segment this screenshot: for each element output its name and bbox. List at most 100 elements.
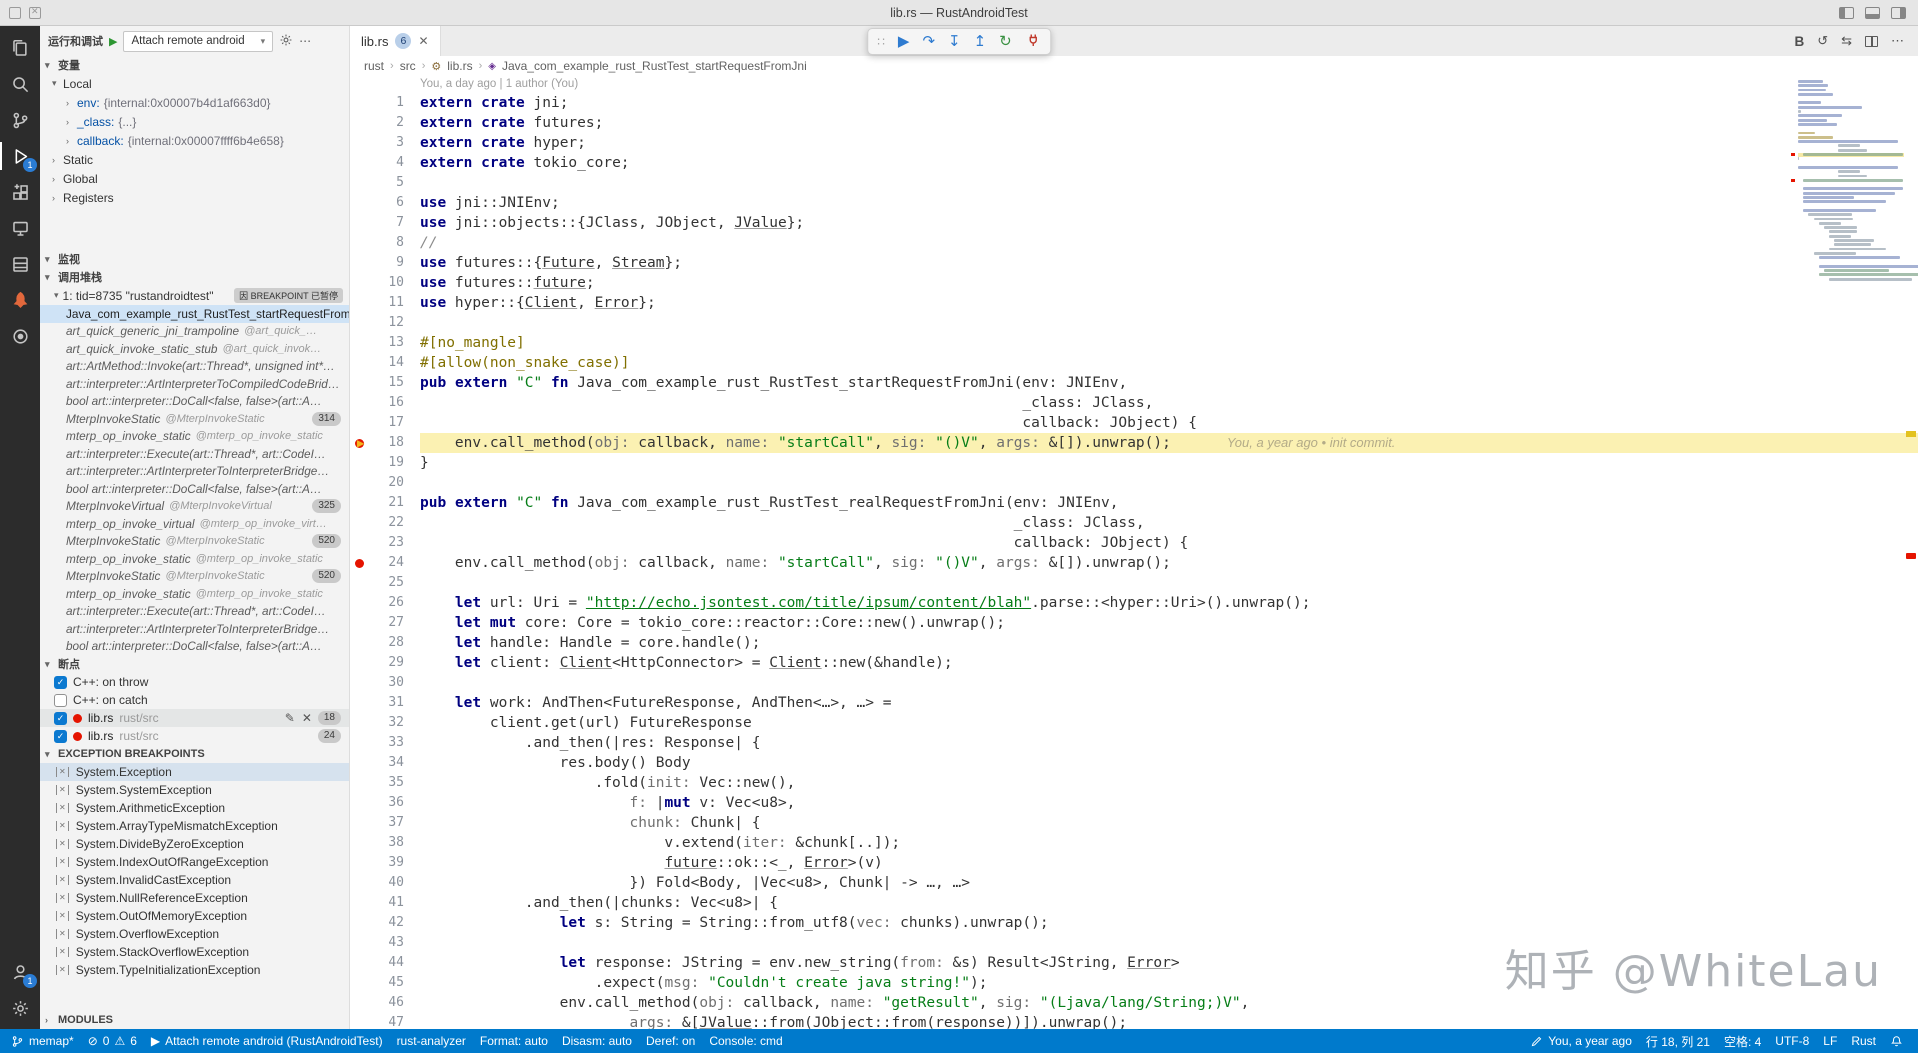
code-text[interactable]: pub extern "C" fn Java_com_example_rust_… [420, 493, 1918, 513]
line-number[interactable]: 33 [370, 733, 404, 753]
breakpoint-icon[interactable] [350, 553, 370, 573]
line-number[interactable]: 3 [370, 133, 404, 153]
line-number[interactable]: 7 [370, 213, 404, 233]
code-text[interactable]: let response: JString = env.new_string(f… [420, 953, 1918, 973]
breakpoint-gutter[interactable] [350, 393, 370, 413]
stack-frame[interactable]: Java_com_example_rust_RustTest_startRequ… [40, 305, 349, 323]
breakpoint-gutter[interactable] [350, 573, 370, 593]
breakpoint-gutter[interactable] [350, 133, 370, 153]
breadcrumb-item[interactable]: Java_com_example_rust_RustTest_startRequ… [502, 59, 807, 73]
line-number[interactable]: 25 [370, 573, 404, 593]
stack-frame[interactable]: art::interpreter::ArtInterpreterToCompil… [40, 375, 349, 393]
code-text[interactable]: use jni::JNIEnv; [420, 193, 1918, 213]
blame-item[interactable]: You, a year ago [1523, 1029, 1639, 1053]
code-text[interactable]: let client: Client<HttpConnector> = Clie… [420, 653, 1918, 673]
test-target-icon[interactable] [0, 318, 40, 354]
code-text[interactable]: // [420, 233, 1918, 253]
tab-lib-rs[interactable]: lib.rs 6 ✕ [350, 26, 441, 56]
exception-breakpoint-row[interactable]: ✕ System.SystemException [40, 781, 349, 799]
breakpoints-section-header[interactable]: ▾ 断点 [40, 655, 349, 673]
window-close-icon[interactable] [29, 6, 41, 19]
exception-breakpoint-row[interactable]: ✕ System.NullReferenceException [40, 889, 349, 907]
line-number[interactable]: 28 [370, 633, 404, 653]
line-number[interactable]: 19 [370, 453, 404, 473]
line-number[interactable]: 9 [370, 253, 404, 273]
breakpoint-gutter[interactable] [350, 773, 370, 793]
code-text[interactable]: }) Fold<Body, |Vec<u8>, Chunk| -> …, …> [420, 873, 1918, 893]
code-text[interactable]: let s: String = String::from_utf8(vec: c… [420, 913, 1918, 933]
extensions-icon[interactable] [0, 174, 40, 210]
code-text[interactable]: .and_then(|chunks: Vec<u8>| { [420, 893, 1918, 913]
breakpoint-gutter[interactable] [350, 833, 370, 853]
code-text[interactable]: .expect(msg: "Couldn't create java strin… [420, 973, 1918, 993]
line-number[interactable]: 1 [370, 93, 404, 113]
exception-breakpoint-row[interactable]: ✕ System.OutOfMemoryException [40, 907, 349, 925]
stack-frame[interactable]: bool art::interpreter::DoCall<false, fal… [40, 393, 349, 411]
breadcrumb-item[interactable]: rust [364, 59, 384, 73]
breakpoint-gutter[interactable] [350, 153, 370, 173]
exception-breakpoint-row[interactable]: ✕ System.DivideByZeroException [40, 835, 349, 853]
toggle-panel-icon[interactable] [1865, 6, 1880, 19]
stack-frame[interactable]: art::interpreter::Execute(art::Thread*, … [40, 603, 349, 621]
start-debug-icon[interactable]: ▶ [109, 35, 117, 48]
lldb-deref-item[interactable]: Deref: on [639, 1029, 702, 1053]
step-into-icon[interactable]: ↧ [948, 34, 961, 49]
launch-config-dropdown[interactable]: Attach remote android ▾ [123, 30, 274, 52]
step-over-icon[interactable]: ↷ [922, 34, 935, 49]
stack-frame[interactable]: mterp_op_invoke_static @mterp_op_invoke_s… [40, 550, 349, 568]
line-number[interactable]: 34 [370, 753, 404, 773]
language-mode-item[interactable]: Rust [1844, 1029, 1883, 1053]
file-history-icon[interactable]: ↺ [1817, 33, 1828, 49]
code-text[interactable]: .and_then(|res: Response| { [420, 733, 1918, 753]
lldb-console-item[interactable]: Console: cmd [702, 1029, 789, 1053]
line-number[interactable]: 32 [370, 713, 404, 733]
stack-frame[interactable]: MterpInvokeStatic @MterpInvokeStatic 314 [40, 410, 349, 428]
code-text[interactable]: future::ok::<_, Error>(v) [420, 853, 1918, 873]
code-text[interactable]: let mut core: Core = tokio_core::reactor… [420, 613, 1918, 633]
restart-icon[interactable]: ↻ [999, 34, 1012, 49]
edit-breakpoint-icon[interactable]: ✎ [285, 711, 295, 725]
split-editor-icon[interactable] [1865, 35, 1878, 47]
indentation-item[interactable]: 空格: 4 [1717, 1029, 1768, 1053]
lldb-format-item[interactable]: Format: auto [473, 1029, 555, 1053]
stack-frame[interactable]: bool art::interpreter::DoCall<false, fal… [40, 480, 349, 498]
code-text[interactable]: res.body() Body [420, 753, 1918, 773]
search-icon[interactable] [0, 66, 40, 102]
line-number[interactable]: 26 [370, 593, 404, 613]
code-text[interactable]: } [420, 453, 1918, 473]
code-text[interactable]: let url: Uri = "http://echo.jsontest.com… [420, 593, 1918, 613]
line-number[interactable]: 24 [370, 553, 404, 573]
code-text[interactable]: extern crate hyper; [420, 133, 1918, 153]
line-number[interactable]: 30 [370, 673, 404, 693]
line-number[interactable]: 22 [370, 513, 404, 533]
breakpoint-gutter[interactable] [350, 213, 370, 233]
debug-target-item[interactable]: ▶ Attach remote android (RustAndroidTest… [144, 1029, 390, 1053]
code-text[interactable] [420, 473, 1918, 493]
toggle-secondary-sidebar-icon[interactable] [1891, 6, 1906, 19]
breakpoint-gutter[interactable] [350, 493, 370, 513]
line-number[interactable]: 18 [370, 433, 404, 453]
breakpoint-row[interactable]: lib.rsrust/src✎✕18 [40, 709, 349, 727]
variable-scope[interactable]: ▾ Local [40, 74, 349, 93]
breakpoint-gutter[interactable] [350, 993, 370, 1013]
code-text[interactable]: client.get(url) FutureResponse [420, 713, 1918, 733]
breakpoint-gutter[interactable] [350, 513, 370, 533]
breakpoint-gutter[interactable] [350, 593, 370, 613]
eol-item[interactable]: LF [1816, 1029, 1844, 1053]
stack-frame[interactable]: mterp_op_invoke_static @mterp_op_invoke_s… [40, 585, 349, 603]
remote-explorer-icon[interactable] [0, 210, 40, 246]
code-text[interactable]: env.call_method(obj: callback, name: "st… [420, 433, 1918, 453]
blame-toggle-icon[interactable]: B [1794, 34, 1804, 49]
line-number[interactable]: 15 [370, 373, 404, 393]
checkbox[interactable] [54, 675, 67, 689]
code-text[interactable]: .fold(init: Vec::new(), [420, 773, 1918, 793]
minimap[interactable] [1791, 80, 1918, 282]
gear-icon[interactable] [279, 33, 293, 50]
breakpoint-gutter[interactable] [350, 193, 370, 213]
code-text[interactable]: let work: AndThen<FutureResponse, AndThe… [420, 693, 1918, 713]
code-text[interactable]: pub extern "C" fn Java_com_example_rust_… [420, 373, 1918, 393]
breakpoint-gutter[interactable] [350, 673, 370, 693]
breakpoint-gutter[interactable] [350, 893, 370, 913]
line-number[interactable]: 47 [370, 1013, 404, 1029]
stack-frame[interactable]: art_quick_generic_jni_trampoline @art_qui… [40, 323, 349, 341]
